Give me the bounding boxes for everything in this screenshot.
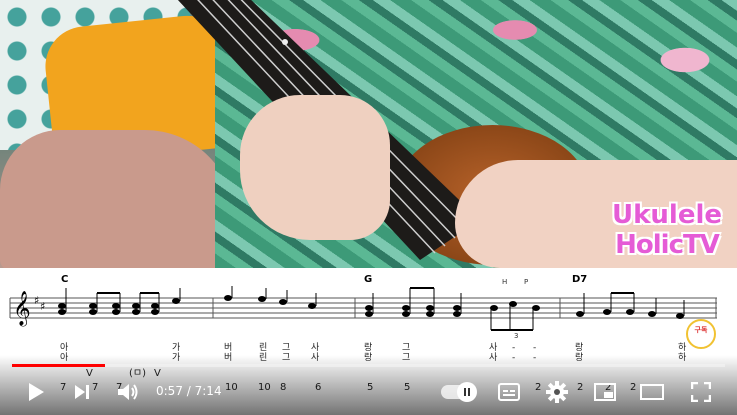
fretting-hand xyxy=(240,95,390,240)
pause-icon xyxy=(464,388,470,396)
pull-label: P xyxy=(524,278,528,286)
svg-text:가: 가 xyxy=(172,342,180,353)
staff-notation: 𝄞 ♯ ♯ H P 3 아 가 버 린 그 사 랑 그 사 - - 랑 하 xyxy=(9,278,717,363)
treble-clef: 𝄞 xyxy=(13,291,31,327)
subtitles-icon xyxy=(498,383,520,401)
svg-text:버: 버 xyxy=(224,342,232,353)
triplet-label: 3 xyxy=(514,332,518,340)
settings-button[interactable] xyxy=(542,374,572,410)
autoplay-knob xyxy=(457,382,477,402)
svg-text:그: 그 xyxy=(282,343,290,353)
fullscreen-button[interactable] xyxy=(686,374,716,410)
svg-text:랑: 랑 xyxy=(575,341,583,353)
next-icon xyxy=(75,385,89,399)
video-frame[interactable]: Ukulele HolicTV xyxy=(0,0,737,268)
svg-text:하: 하 xyxy=(678,342,687,353)
time-display: 0:57 / 7:14 xyxy=(156,384,222,398)
channel-logo: Ukulele HolicTV xyxy=(612,200,722,260)
svg-text:린: 린 xyxy=(259,342,267,353)
svg-text:사: 사 xyxy=(489,342,498,353)
time-separator: / xyxy=(182,384,195,398)
player-controls: 0:57 / 7:14 xyxy=(0,374,737,410)
svg-text:사: 사 xyxy=(311,342,320,353)
mute-button[interactable] xyxy=(114,374,144,410)
progress-bar[interactable] xyxy=(12,364,725,367)
svg-text:아: 아 xyxy=(60,342,69,353)
theater-icon xyxy=(640,384,664,400)
svg-text:-: - xyxy=(533,343,536,353)
subtitles-button[interactable] xyxy=(494,374,524,410)
svg-text:-: - xyxy=(512,343,515,353)
logo-line1: Ukulele xyxy=(612,200,723,230)
next-button[interactable] xyxy=(68,374,96,410)
svg-text:♯: ♯ xyxy=(34,294,39,307)
progress-fill xyxy=(12,364,106,367)
video-player[interactable]: Ukulele HolicTV C G D7 𝄞 ♯ ♯ H P 3 아 가 버… xyxy=(0,0,737,415)
current-time: 0:57 xyxy=(156,384,183,398)
hammer-label: H xyxy=(502,278,507,286)
miniplayer-icon xyxy=(594,383,616,401)
svg-text:그: 그 xyxy=(402,343,410,353)
theater-button[interactable] xyxy=(637,374,667,410)
fullscreen-icon xyxy=(691,382,711,402)
logo-line2: HolicTV xyxy=(615,230,720,260)
volume-icon xyxy=(118,384,138,400)
play-icon xyxy=(29,383,44,401)
settings-icon xyxy=(546,381,568,403)
miniplayer-button[interactable] xyxy=(590,374,620,410)
total-time: 7:14 xyxy=(194,384,222,398)
svg-text:랑: 랑 xyxy=(364,341,372,353)
subscribe-badge[interactable]: 구독 xyxy=(686,319,716,349)
autoplay-toggle[interactable] xyxy=(441,382,477,402)
play-button[interactable] xyxy=(22,374,50,410)
svg-text:♯: ♯ xyxy=(40,300,45,313)
